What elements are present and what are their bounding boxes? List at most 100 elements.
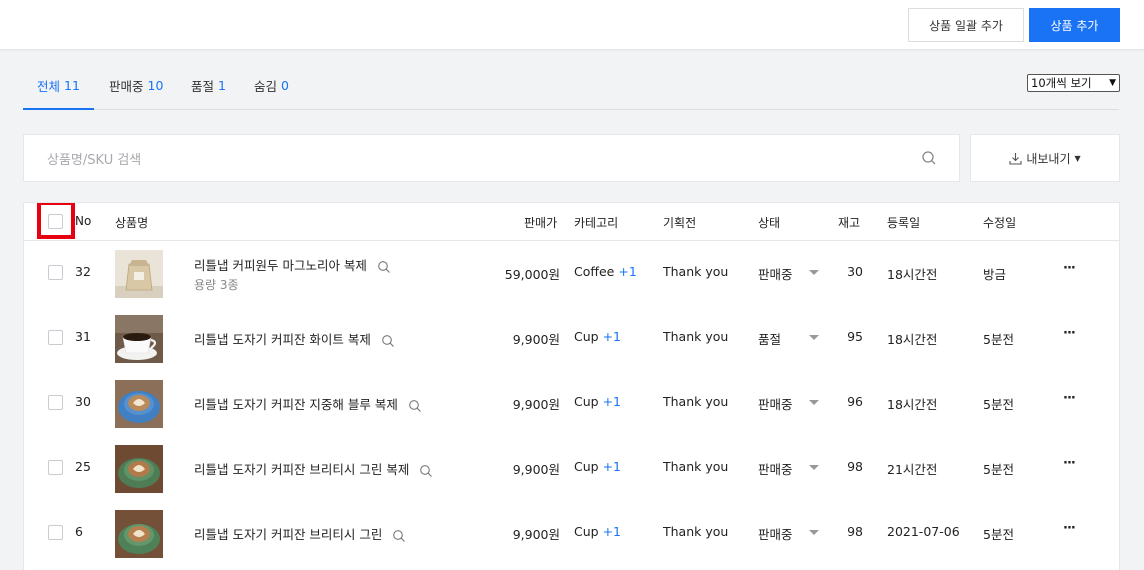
more-options-icon[interactable]: ··· (1063, 521, 1076, 536)
row-exhibition: Thank you (663, 394, 729, 409)
category-extra[interactable]: +1 (603, 329, 621, 344)
status-dropdown-icon[interactable] (809, 335, 819, 340)
category-name: Coffee (574, 264, 615, 279)
status-dropdown-icon[interactable] (809, 465, 819, 470)
tab-count: 10 (147, 78, 164, 93)
row-exhibition: Thank you (663, 264, 729, 279)
per-page-select[interactable]: 10개씩 보기 ▼ (1027, 74, 1120, 92)
row-price: 9,900원 (512, 397, 560, 412)
bulk-add-product-button[interactable]: 상품 일괄 추가 (908, 8, 1024, 42)
product-thumbnail[interactable] (115, 445, 163, 493)
row-exhibition: Thank you (663, 524, 729, 539)
status-dropdown-icon[interactable] (809, 400, 819, 405)
row-modified: 5분전 (983, 397, 1014, 412)
header-registered: 등록일 (887, 216, 921, 230)
search-icon[interactable] (921, 150, 937, 166)
product-thumbnail[interactable] (115, 315, 163, 363)
row-category: Cup +1 (574, 459, 621, 474)
tab-hidden[interactable]: 숨김 0 (254, 62, 289, 109)
more-options-icon[interactable]: ··· (1063, 326, 1076, 341)
row-status[interactable]: 품절 (758, 329, 781, 348)
row-no: 31 (75, 329, 91, 344)
row-category: Cup +1 (574, 329, 621, 344)
product-name[interactable]: 리틀냅 도자기 커피잔 지중해 블루 복제 (194, 397, 398, 412)
row-checkbox[interactable] (48, 265, 63, 280)
row-status[interactable]: 판매중 (758, 264, 793, 283)
product-name[interactable]: 리틀냅 커피원두 마그노리아 복제 (194, 258, 367, 273)
table-row[interactable]: 32 리틀냅 커피원두 마그노리아 복제 용량 3종 59,000원 Coffe… (24, 241, 1119, 306)
more-options-icon[interactable]: ··· (1063, 261, 1076, 276)
product-name[interactable]: 리틀냅 도자기 커피잔 브리티시 그린 (194, 527, 382, 542)
row-registered: 18시간전 (887, 397, 938, 412)
search-placeholder: 상품명/SKU 검색 (47, 152, 142, 168)
row-price: 9,900원 (512, 462, 560, 477)
tab-sold-out[interactable]: 품절 1 (191, 62, 226, 109)
tab-label: 판매중 (109, 79, 144, 94)
product-name[interactable]: 리틀냅 도자기 커피잔 브리티시 그린 복제 (194, 462, 409, 477)
search-input[interactable]: 상품명/SKU 검색 (23, 134, 960, 182)
header-modified: 수정일 (983, 216, 1017, 230)
row-modified: 방금 (983, 267, 1007, 282)
product-name-cell: 리틀냅 도자기 커피잔 지중해 블루 복제 (194, 394, 422, 413)
row-status[interactable]: 판매중 (758, 524, 793, 543)
row-modified: 5분전 (983, 462, 1014, 477)
row-status[interactable]: 판매중 (758, 459, 793, 478)
status-dropdown-icon[interactable] (809, 530, 819, 535)
category-extra[interactable]: +1 (618, 264, 636, 279)
status-dropdown-icon[interactable] (809, 270, 819, 275)
product-thumbnail[interactable] (115, 510, 163, 558)
row-checkbox[interactable] (48, 460, 63, 475)
export-button[interactable]: 내보내기 ▼ (970, 134, 1120, 182)
tab-count: 1 (218, 78, 226, 93)
row-status[interactable]: 판매중 (758, 394, 793, 413)
row-registered: 18시간전 (887, 332, 938, 347)
product-thumbnail[interactable] (115, 250, 163, 298)
product-name-cell: 리틀냅 도자기 커피잔 브리티시 그린 (194, 524, 406, 543)
row-registered: 2021-07-06 (887, 524, 960, 539)
row-no: 6 (75, 524, 83, 539)
caret-down-icon: ▼ (1074, 153, 1081, 163)
row-checkbox[interactable] (48, 395, 63, 410)
top-bar: 상품 일괄 추가 상품 추가 (0, 0, 1144, 50)
search-icon[interactable] (377, 260, 391, 274)
product-name[interactable]: 리틀냅 도자기 커피잔 화이트 복제 (194, 332, 371, 347)
add-product-button[interactable]: 상품 추가 (1029, 8, 1120, 42)
row-exhibition: Thank you (663, 329, 729, 344)
row-registered: 18시간전 (887, 267, 938, 282)
search-icon[interactable] (408, 399, 422, 413)
highlight-box (37, 203, 75, 239)
search-icon[interactable] (392, 529, 406, 543)
tab-on-sale[interactable]: 판매중 10 (109, 62, 163, 109)
category-extra[interactable]: +1 (603, 524, 621, 539)
table-row[interactable]: 31 리틀냅 도자기 커피잔 화이트 복제 9,900원 Cup +1 Than… (24, 306, 1119, 371)
category-extra[interactable]: +1 (603, 394, 621, 409)
table-row[interactable]: 25 리틀냅 도자기 커피잔 브리티시 그린 복제 9,900원 Cup +1 … (24, 436, 1119, 501)
chevron-down-icon: ▼ (1109, 78, 1116, 88)
export-label: 내보내기 (1026, 151, 1071, 166)
row-checkbox[interactable] (48, 330, 63, 345)
product-option: 용량 3종 (194, 278, 239, 292)
header-no: No (75, 214, 92, 228)
category-name: Cup (574, 459, 599, 474)
header-status: 상태 (758, 216, 781, 230)
row-no: 30 (75, 394, 91, 409)
row-modified: 5분전 (983, 527, 1014, 542)
product-name-cell: 리틀냅 커피원두 마그노리아 복제 (194, 255, 391, 274)
row-no: 25 (75, 459, 91, 474)
header-exhibition: 기획전 (663, 216, 697, 230)
search-icon[interactable] (381, 334, 395, 348)
tab-count: 11 (64, 77, 80, 93)
row-checkbox[interactable] (48, 525, 63, 540)
header-stock: 재고 (838, 216, 861, 230)
row-stock: 30 (847, 264, 863, 279)
table-row[interactable]: 6 리틀냅 도자기 커피잔 브리티시 그린 9,900원 Cup +1 Than… (24, 501, 1119, 566)
tab-label: 전체 (37, 78, 61, 94)
more-options-icon[interactable]: ··· (1063, 456, 1076, 471)
product-thumbnail[interactable] (115, 380, 163, 428)
table-row[interactable]: 30 리틀냅 도자기 커피잔 지중해 블루 복제 9,900원 Cup +1 T… (24, 371, 1119, 436)
search-icon[interactable] (419, 464, 433, 478)
row-stock: 98 (847, 524, 863, 539)
tab-all[interactable]: 전체 11 (23, 62, 94, 110)
more-options-icon[interactable]: ··· (1063, 391, 1076, 406)
category-extra[interactable]: +1 (603, 459, 621, 474)
